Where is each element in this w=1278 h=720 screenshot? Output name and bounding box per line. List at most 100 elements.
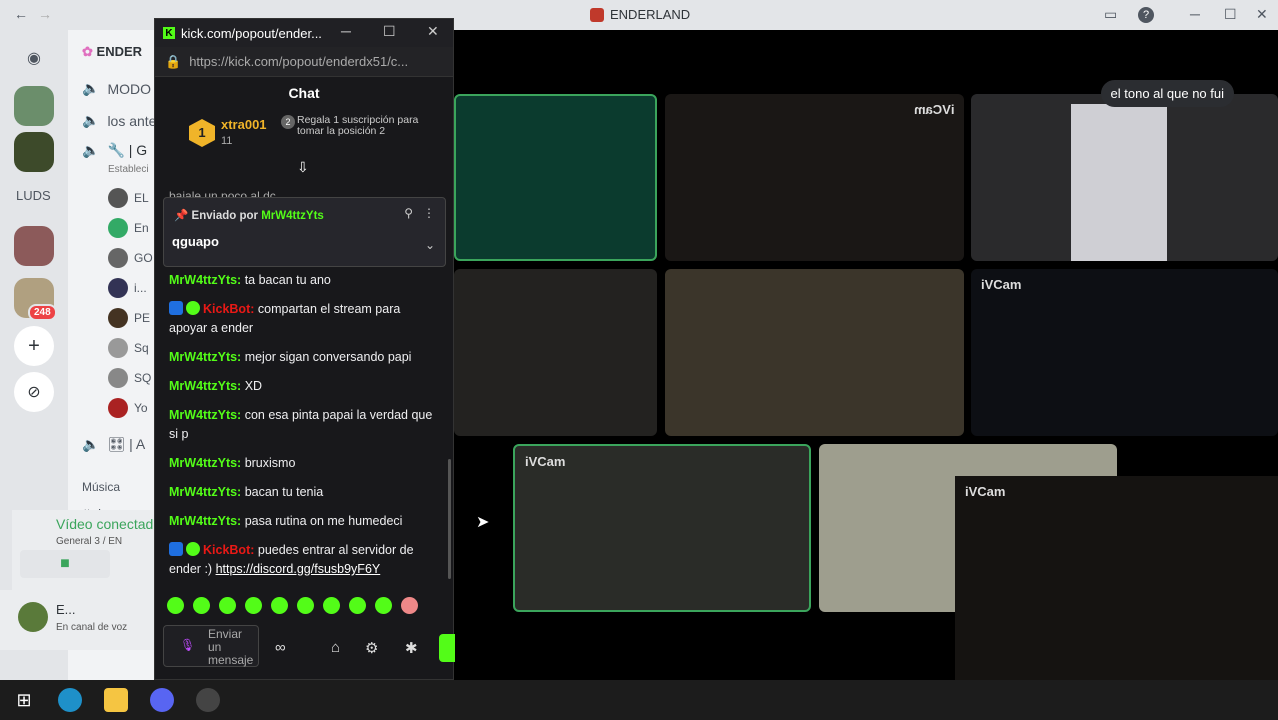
emote-icon[interactable] (245, 597, 262, 614)
speaker-icon: 🔈 (82, 142, 100, 158)
store-icon[interactable]: ⌂ (331, 639, 340, 656)
emote-icon[interactable] (219, 597, 236, 614)
pin-icon[interactable]: ⚲ (404, 206, 413, 220)
emote-icon[interactable] (349, 597, 366, 614)
unread-badge: 248 (28, 304, 57, 321)
chat-message[interactable]: MrW4ttzYts: ta bacan tu ano (169, 271, 439, 290)
video-button[interactable]: ■ (20, 550, 110, 578)
emote-icon[interactable] (401, 597, 418, 614)
voice-member[interactable]: i... (108, 278, 147, 298)
compass-icon[interactable]: ⊘ (14, 372, 54, 412)
video-tile[interactable] (971, 94, 1278, 261)
avatar[interactable] (18, 602, 48, 632)
video-tile[interactable]: iVCam (665, 94, 964, 261)
leader-username[interactable]: xtra001 (221, 117, 267, 132)
channel-status: Estableci (108, 164, 149, 175)
speaker-caption: el tono al que no fui (1100, 80, 1234, 107)
pinned-header: 📌 Enviado por MrW4ttzYts (174, 210, 324, 222)
minimize-button[interactable]: ─ (341, 23, 351, 39)
obs-icon[interactable] (196, 688, 220, 712)
voice-channel-active[interactable]: 🔈 🔧 | G (82, 142, 147, 159)
chevron-down-icon[interactable]: ⌄ (425, 238, 435, 252)
voice-member[interactable]: Yo (108, 398, 148, 418)
url-text: https://kick.com/popout/enderdx51/c... (189, 54, 409, 69)
microphone-icon[interactable]: 🎙 (180, 638, 195, 652)
address-bar[interactable]: 🔒 https://kick.com/popout/enderdx51/c... (155, 47, 453, 77)
send-button[interactable] (439, 634, 455, 662)
chat-message[interactable]: MrW4ttzYts: bruxismo (169, 454, 439, 473)
voice-connection-panel: Vídeo conectad General 3 / EN ■ (12, 510, 162, 590)
emote-icon[interactable] (167, 597, 184, 614)
discord-invite-link[interactable]: https://discord.gg/fsusb9yF6Y (216, 562, 381, 576)
voice-member[interactable]: En (108, 218, 149, 238)
emote-picker-icon[interactable]: ✱ (405, 639, 418, 657)
windows-start-icon[interactable]: ⊞ (12, 688, 36, 712)
category-label[interactable]: Música (82, 480, 120, 494)
folder-label[interactable]: LUDS (16, 188, 51, 203)
rank-2-icon: 2 (281, 115, 295, 129)
rank-badge: 1 (189, 119, 215, 147)
video-tile[interactable] (454, 269, 657, 436)
video-tile[interactable] (454, 94, 657, 261)
server-icon[interactable] (14, 86, 54, 126)
chat-message[interactable]: MrW4ttzYts: con esa pinta papai la verda… (169, 406, 439, 444)
emote-icon[interactable] (375, 597, 392, 614)
server-folder[interactable] (14, 226, 54, 266)
kick-logo-icon: K (163, 27, 175, 39)
video-tile[interactable]: iVCam (971, 269, 1278, 436)
pinned-text: qguapo (172, 234, 219, 249)
speaker-icon: 🔈 (82, 80, 100, 96)
chat-message[interactable]: MrW4ttzYts: pasa rutina on me humedeci (169, 512, 439, 531)
chat-message[interactable]: MrW4ttzYts: mejor sigan conversando papi (169, 348, 439, 367)
user-status: En canal de voz (56, 622, 128, 633)
chat-message[interactable]: KickBot: puedes entrar al servidor de en… (169, 541, 439, 579)
add-server-icon[interactable]: + (14, 326, 54, 366)
infinity-icon[interactable]: ∞ (275, 639, 286, 656)
voice-channel[interactable]: 🔈 🎛 | A (82, 436, 145, 453)
emote-icon[interactable] (193, 597, 210, 614)
server-icon[interactable] (14, 132, 54, 172)
chat-messages: MrW4ttzYts: ta bacan tu ano KickBot: com… (169, 271, 439, 589)
discord-taskbar-icon[interactable] (150, 688, 174, 712)
help-icon[interactable]: ? (1138, 7, 1154, 23)
voice-member[interactable]: EL (108, 188, 149, 208)
voice-member[interactable]: GO (108, 248, 153, 268)
settings-icon[interactable]: ⚙ (365, 639, 378, 657)
back-arrow-icon[interactable]: ← (14, 6, 28, 22)
edge-icon[interactable] (58, 688, 82, 712)
avatar (108, 218, 128, 238)
bot-badge-icon (169, 542, 183, 556)
emote-icon[interactable] (323, 597, 340, 614)
video-tile-speaking[interactable]: iVCam (513, 444, 811, 612)
chat-message[interactable]: KickBot: compartan el stream para apoyar… (169, 300, 439, 338)
chat-message[interactable]: MrW4ttzYts: XD (169, 377, 439, 396)
pin-icon: 📌 (174, 210, 189, 222)
inbox-icon[interactable]: ▭ (1104, 6, 1117, 23)
voice-channel[interactable]: 🔈 los ante (82, 112, 156, 129)
popout-title-bar: K kick.com/popout/ender... ─ ☐ ✕ (155, 19, 453, 47)
close-button[interactable]: ✕ (1256, 6, 1268, 23)
video-tile[interactable]: iVCam (955, 476, 1278, 680)
scrollbar[interactable] (448, 459, 451, 579)
gift-prompt[interactable]: Regala 1 suscripción para tomar la posic… (297, 115, 427, 137)
video-tile[interactable] (665, 269, 964, 436)
user-name: E... (56, 602, 76, 617)
voice-member[interactable]: PE (108, 308, 150, 328)
forward-arrow-icon[interactable]: → (38, 6, 52, 22)
voice-channel[interactable]: 🔈 MODO (82, 80, 151, 97)
collapse-icon[interactable]: ⇩ (297, 159, 309, 176)
emote-icon[interactable] (271, 597, 288, 614)
server-name[interactable]: ✿ ENDER (82, 44, 142, 60)
discord-icon[interactable]: ◉ (14, 38, 54, 78)
emote-icon[interactable] (297, 597, 314, 614)
minimize-button[interactable]: ─ (1190, 6, 1200, 22)
close-button[interactable]: ✕ (427, 23, 439, 40)
more-options-icon[interactable]: ⋮ (423, 206, 435, 220)
chat-input[interactable]: 🎙 Enviar un mensaje (163, 625, 259, 667)
chat-message[interactable]: MrW4ttzYts: bacan tu tenia (169, 483, 439, 502)
voice-member[interactable]: SQ (108, 368, 151, 388)
maximize-button[interactable]: ☐ (1224, 6, 1237, 23)
voice-member[interactable]: Sq (108, 338, 149, 358)
file-explorer-icon[interactable] (104, 688, 128, 712)
maximize-button[interactable]: ☐ (383, 23, 396, 40)
